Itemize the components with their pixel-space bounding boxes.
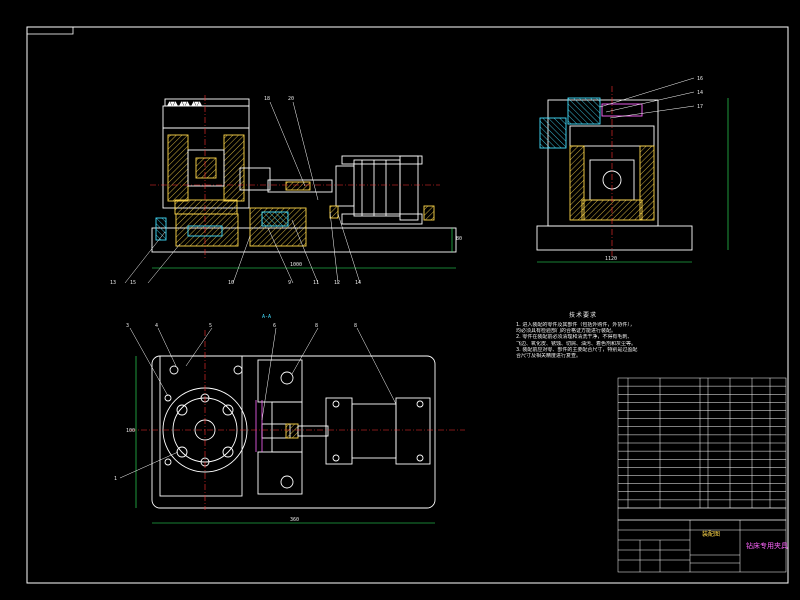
cad-drawing-sheet: ▲▼▲ ▲▼▲ ▲▼▲ 1000 80 18 20 13 15 10 9 11 … [26, 26, 789, 584]
callout-16: 16 [697, 76, 703, 82]
tech-note: 合尺寸及相关精度进行复查。 [516, 353, 582, 360]
sheet-name: 装配图 [702, 530, 720, 538]
section-mark: A-A [262, 314, 271, 320]
front-view: ▲▼▲ ▲▼▲ ▲▼▲ 1000 80 [124, 95, 462, 284]
callout-6: 6 [273, 323, 276, 329]
tech-requirements-title: 技术要求 [569, 312, 598, 319]
callout-10: 10 [228, 280, 234, 286]
front-width-dim: 1000 [290, 262, 302, 268]
callout-1: 1 [114, 476, 117, 482]
callout-3: 3 [126, 323, 129, 329]
callout-20: 20 [288, 96, 294, 102]
plan-view: 360 100 [119, 327, 465, 524]
callout-8: 8 [315, 323, 318, 329]
bom-table [617, 377, 787, 521]
side-callouts: 16 14 17 [697, 76, 703, 110]
callout-5: 5 [209, 323, 212, 329]
plan-callouts: 3 4 5 6 8 8 1 A-A [114, 314, 357, 482]
callout-11: 11 [313, 280, 319, 286]
callout-14: 14 [355, 280, 361, 286]
callout-9: 9 [288, 280, 291, 286]
callout-18: 18 [264, 96, 270, 102]
callout-14b: 14 [697, 90, 703, 96]
callout-13: 13 [110, 280, 116, 286]
callout-17: 17 [697, 104, 703, 110]
side-width-dim: 1120 [605, 256, 617, 262]
callout-8b: 8 [354, 323, 357, 329]
plan-width-dim: 360 [290, 517, 299, 523]
tech-requirements: 1. 进入装配的零件及其部件（包括外购件，外协件）， 均必须具有检验部门的合格证… [516, 322, 706, 359]
plan-height-dim: 100 [126, 428, 135, 434]
front-height-dim: 80 [456, 236, 462, 242]
drawing-title: 钻床专用夹具 [746, 541, 788, 550]
callout-12: 12 [334, 280, 340, 286]
callout-4: 4 [155, 323, 158, 329]
callout-15: 15 [130, 280, 136, 286]
sheet-border [26, 26, 789, 584]
sheet-code-box [26, 26, 74, 35]
